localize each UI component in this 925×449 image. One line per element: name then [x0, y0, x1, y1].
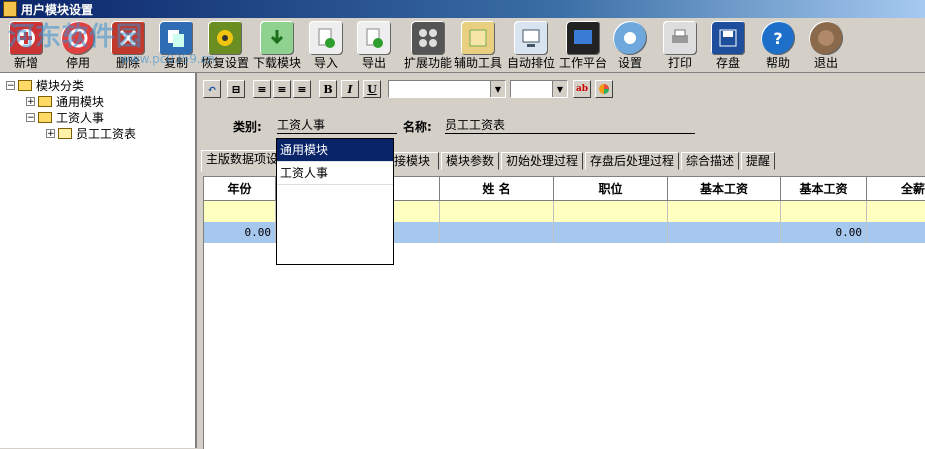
name-label: 名称:: [403, 120, 432, 134]
align-left-button[interactable]: ≡: [253, 80, 271, 98]
chevron-down-icon[interactable]: ▼: [490, 81, 505, 97]
export-button[interactable]: 导出: [354, 20, 394, 72]
folder-icon: [18, 79, 32, 91]
grid-cell[interactable]: [440, 201, 554, 222]
save-icon: [711, 21, 745, 55]
text-color-icon: ab: [575, 84, 589, 94]
grid-cell[interactable]: [867, 201, 925, 222]
grid-cell[interactable]: [554, 201, 668, 222]
column-header[interactable]: 职位: [554, 177, 668, 200]
grid-cell[interactable]: [867, 222, 925, 243]
category-dropdown-list: 通用模块 工资人事: [276, 138, 394, 265]
tab-main-data[interactable]: 主版数据项设: [201, 150, 287, 172]
underline-button[interactable]: U: [363, 80, 381, 98]
font-size-select[interactable]: ▼: [510, 80, 568, 98]
grid-cell[interactable]: [668, 222, 781, 243]
grid-cell[interactable]: [204, 201, 276, 222]
category-field[interactable]: 工资人事: [277, 116, 397, 134]
folder-icon: [38, 95, 52, 107]
grid-cell[interactable]: 0.00: [204, 222, 276, 243]
collapse-icon[interactable]: −: [26, 112, 35, 122]
tab-init-process[interactable]: 初始处理过程: [501, 152, 583, 170]
window-title: 用户模块设置: [21, 2, 94, 17]
tab-after-save-process[interactable]: 存盘后处理过程: [585, 152, 679, 170]
column-header[interactable]: 姓 名: [440, 177, 554, 200]
download-icon: [260, 21, 294, 55]
export-icon: [357, 21, 391, 55]
align-right-button[interactable]: ≡: [293, 80, 311, 98]
tree-node-salary-table[interactable]: + 员工工资表: [46, 125, 136, 141]
settings-icon: [613, 21, 647, 55]
grid-cell[interactable]: [781, 201, 867, 222]
download-module-button[interactable]: 下载模块: [252, 20, 302, 72]
module-tree: − 模块分类 + 通用模块 − 工资人事 + 员工工资表: [0, 73, 197, 448]
grid-cell[interactable]: 0.00: [781, 222, 867, 243]
align-right-icon: ≡: [297, 82, 307, 96]
undo-icon: ↶: [207, 82, 217, 96]
chevron-down-icon[interactable]: ▼: [552, 81, 567, 97]
settings-button[interactable]: 设置: [610, 20, 650, 72]
category-label: 类别:: [233, 120, 262, 134]
import-button[interactable]: 导入: [306, 20, 346, 72]
column-header[interactable]: 全薪: [867, 177, 925, 200]
watermark-url: www.pc0359.cn: [120, 52, 215, 66]
align-center-icon: ≡: [277, 82, 287, 96]
tree-node-payroll[interactable]: − 工资人事: [26, 109, 104, 125]
insert-icon: ⊟: [231, 82, 241, 96]
tree-node-general[interactable]: + 通用模块: [26, 93, 104, 109]
italic-button[interactable]: I: [341, 80, 359, 98]
column-header[interactable]: 基本工资: [781, 177, 867, 200]
name-field[interactable]: 员工工资表: [445, 116, 695, 134]
insert-button[interactable]: ⊟: [227, 80, 245, 98]
exit-icon: [809, 21, 843, 55]
tools-icon: [461, 21, 495, 55]
exit-button[interactable]: 退出: [806, 20, 846, 72]
extend-icon: [411, 21, 445, 55]
tab-reminder[interactable]: 提醒: [741, 152, 775, 170]
column-header[interactable]: 基本工资: [668, 177, 781, 200]
dropdown-option[interactable]: 工资人事: [277, 162, 393, 185]
help-icon: ?: [761, 21, 795, 55]
collapse-icon[interactable]: −: [6, 80, 15, 90]
auto-arrange-icon: [514, 21, 548, 55]
undo-button[interactable]: ↶: [203, 80, 221, 98]
tab-description[interactable]: 综合描述: [681, 152, 739, 170]
folder-icon: [38, 111, 52, 123]
extend-function-button[interactable]: 扩展功能: [400, 20, 456, 72]
bold-button[interactable]: B: [319, 80, 337, 98]
svg-text:?: ?: [773, 29, 782, 48]
font-select[interactable]: ▼: [388, 80, 506, 98]
column-header[interactable]: 年份: [204, 177, 276, 200]
restore-icon: [208, 21, 242, 55]
module-form: 类别: 工资人事 名称: 员工工资表: [199, 108, 925, 142]
save-button[interactable]: 存盘: [708, 20, 748, 72]
dropdown-option[interactable]: 通用模块: [277, 139, 393, 162]
text-color-button[interactable]: ab: [573, 80, 591, 98]
import-icon: [309, 21, 343, 55]
copy-icon: [159, 21, 193, 55]
workbench-icon: [566, 21, 600, 55]
open-folder-icon: [58, 127, 72, 139]
tree-node-root[interactable]: − 模块分类: [6, 77, 84, 93]
auto-arrange-button[interactable]: 自动排位: [506, 20, 556, 72]
format-toolbar: ↶ ⊟ ≡ ≡ ≡ B I U ▼ ▼ ab: [199, 77, 925, 101]
align-center-button[interactable]: ≡: [273, 80, 291, 98]
print-button[interactable]: 打印: [660, 20, 700, 72]
grid-cell[interactable]: [668, 201, 781, 222]
grid-cell[interactable]: [554, 222, 668, 243]
expand-icon[interactable]: +: [26, 96, 35, 106]
workbench-button[interactable]: 工作平台: [558, 20, 608, 72]
expand-icon[interactable]: +: [46, 128, 55, 138]
app-icon: [3, 1, 17, 17]
color-palette-icon: [599, 84, 609, 94]
watermark: 河东软件园: [8, 22, 144, 52]
align-left-icon: ≡: [257, 82, 267, 96]
aux-tools-button[interactable]: 辅助工具: [452, 20, 504, 72]
color-palette-button[interactable]: [595, 80, 613, 98]
tab-module-params[interactable]: 模块参数: [441, 152, 499, 170]
grid-cell[interactable]: [440, 222, 554, 243]
help-button[interactable]: ? 帮助: [758, 20, 798, 72]
print-icon: [663, 21, 697, 55]
